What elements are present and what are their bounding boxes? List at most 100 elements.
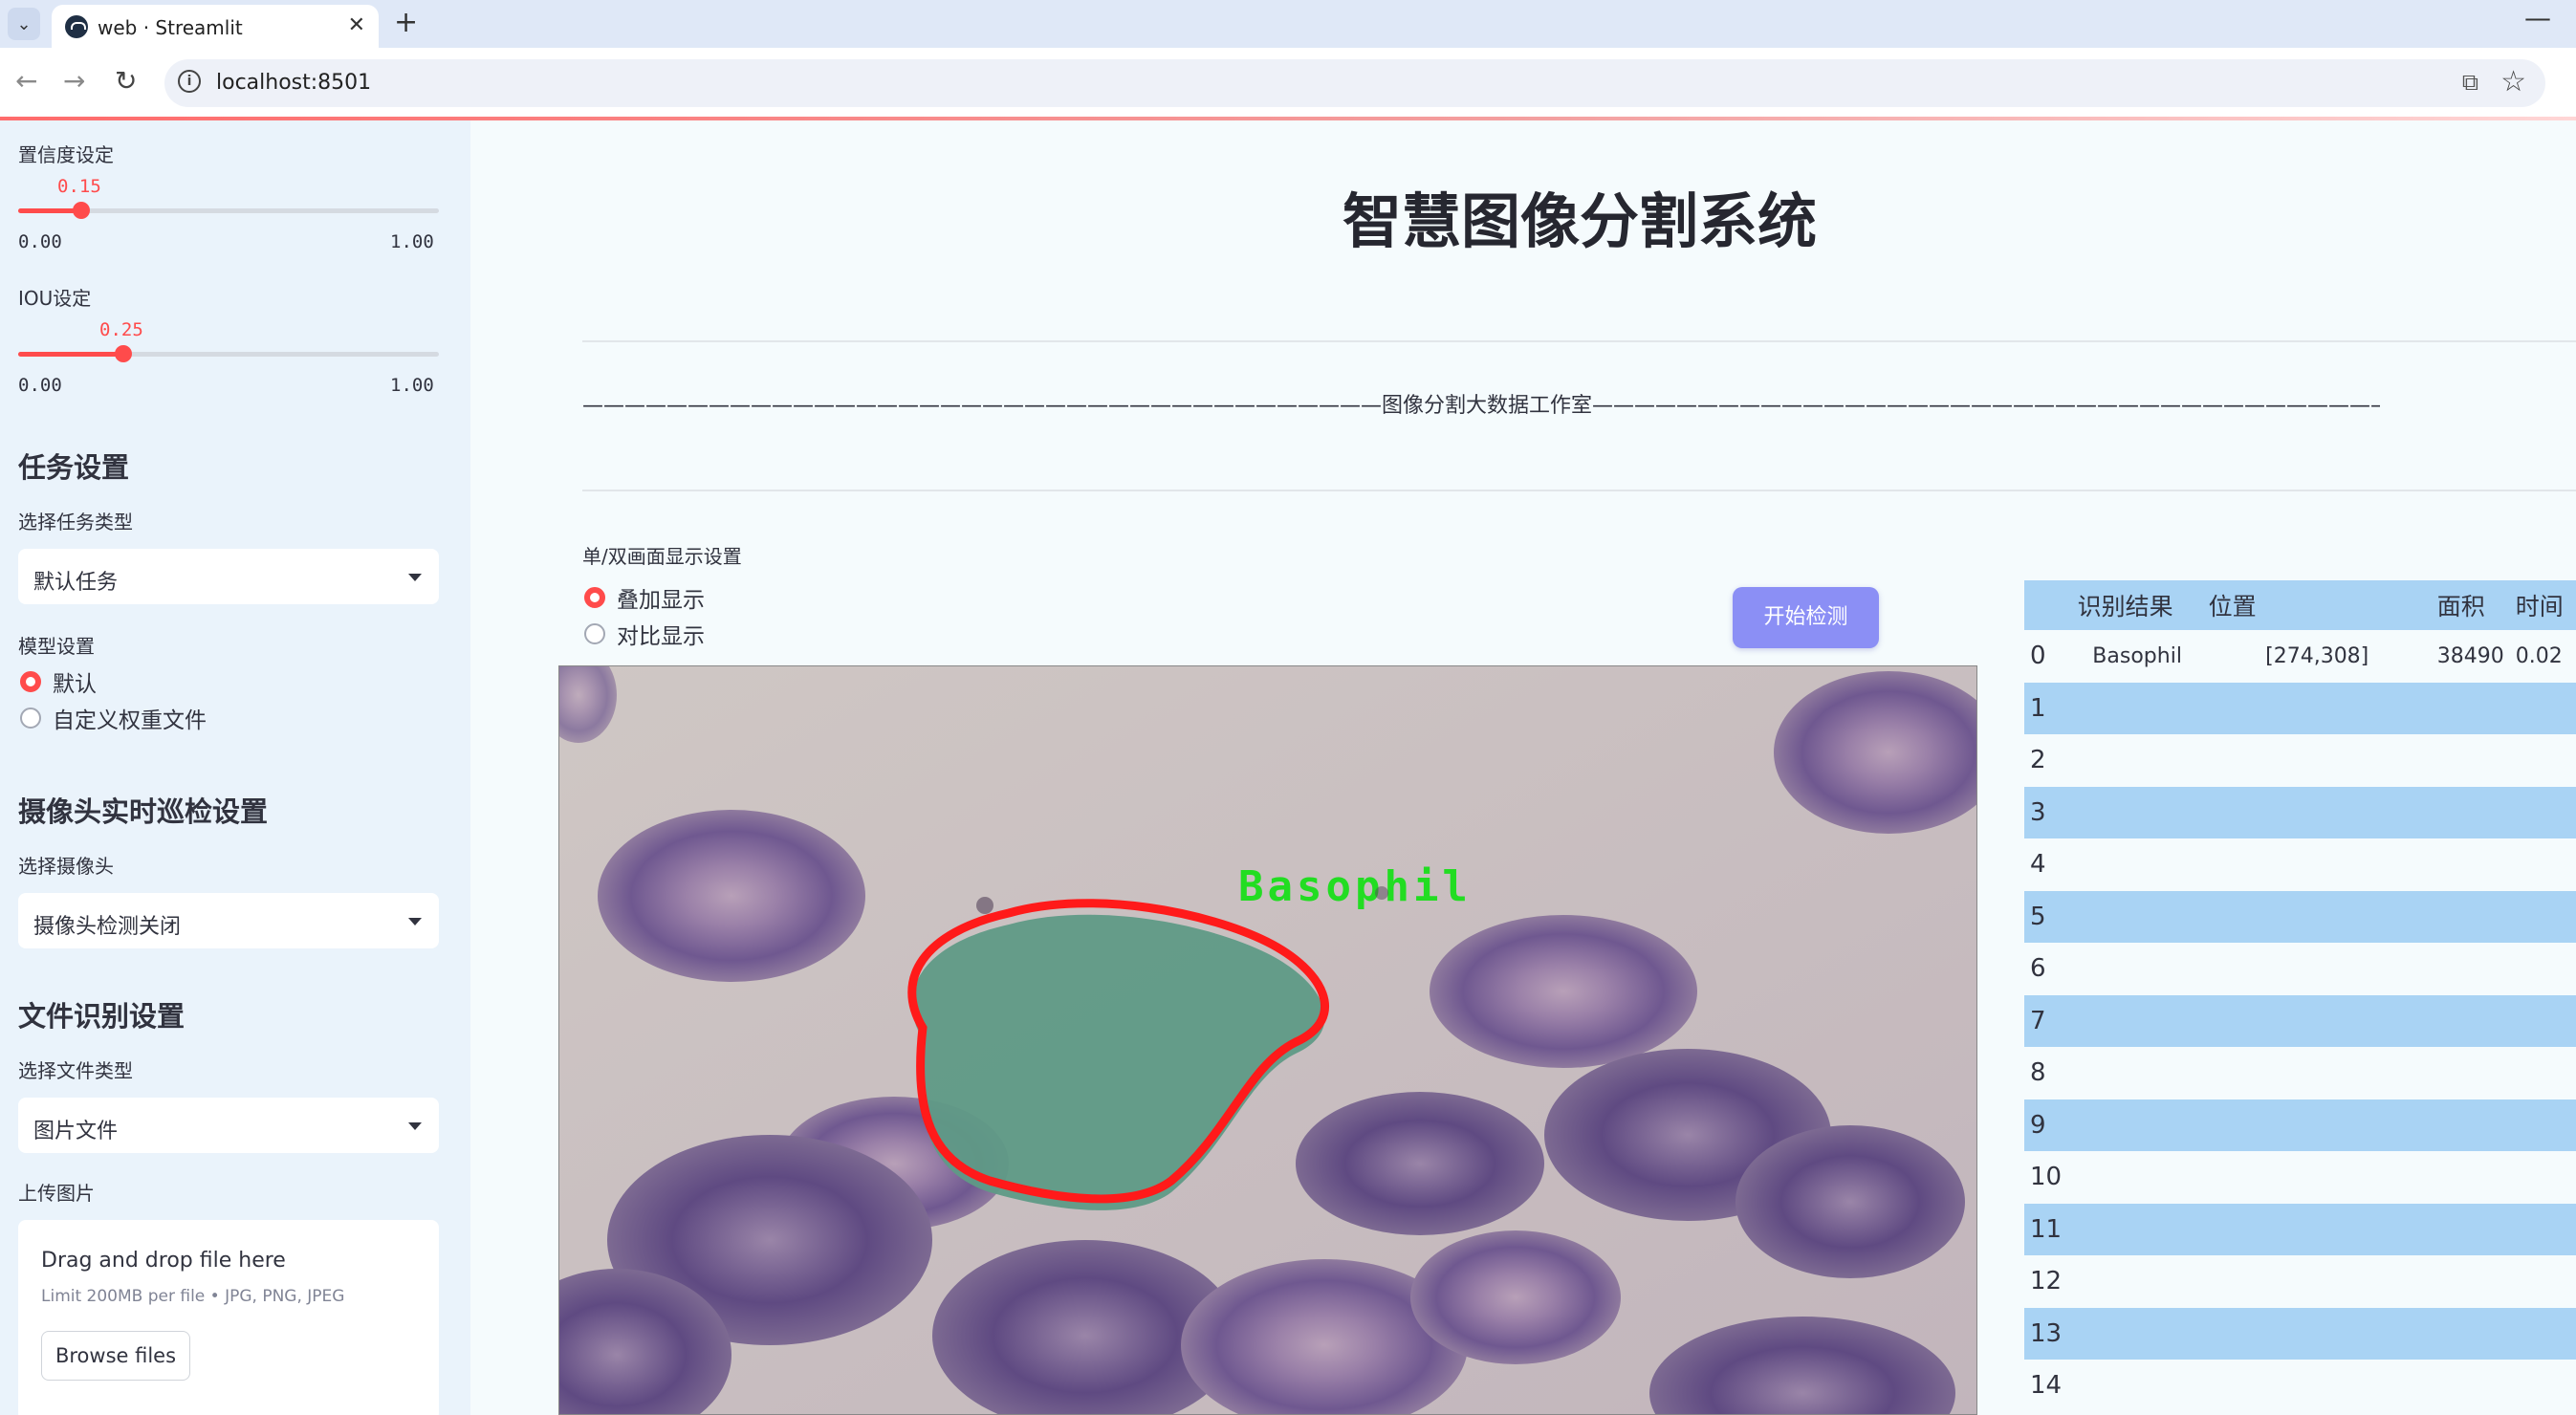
row-index: 11	[2024, 1203, 2072, 1255]
site-info-icon[interactable]: i	[178, 70, 201, 93]
table-cell	[2071, 1255, 2203, 1308]
tab-title: web · Streamlit	[98, 16, 243, 39]
radio-unchecked-icon[interactable]	[584, 623, 605, 644]
row-index: 3	[2024, 786, 2072, 838]
file-type-value: 图片文件	[33, 1120, 119, 1143]
page-title: 智慧图像分割系统	[1342, 186, 1817, 256]
table-cell	[2202, 994, 2432, 1047]
table-cell	[2202, 1307, 2432, 1360]
table-cell	[2202, 890, 2432, 943]
divider	[582, 490, 2576, 491]
display-option-label: 对比显示	[617, 624, 705, 649]
column-header-time[interactable]: 时间	[2509, 580, 2576, 630]
file-heading: 文件识别设置	[18, 1000, 186, 1033]
table-cell	[2431, 1255, 2510, 1308]
sidebar: 置信度设定 0.15 0.00 1.00 IOU设定 0.25 0.00 1.0…	[0, 120, 470, 1415]
display-option-label: 叠加显示	[617, 588, 705, 613]
row-index: 6	[2024, 943, 2072, 995]
display-mode-label: 单/双画面显示设置	[582, 545, 742, 568]
confidence-slider-thumb[interactable]	[73, 202, 90, 219]
table-cell	[2431, 890, 2510, 943]
table-cell	[2509, 943, 2576, 995]
confidence-slider[interactable]	[18, 202, 439, 219]
table-cell	[2071, 734, 2203, 787]
table-cell	[2431, 1047, 2510, 1099]
table-cell	[2509, 1099, 2576, 1151]
url-field[interactable]: i localhost:8501 ⧉ ☆	[164, 59, 2545, 107]
back-arrow-icon[interactable]: ←	[15, 65, 37, 97]
table-row: 1	[2024, 682, 2576, 734]
table-cell	[2202, 1099, 2432, 1151]
table-row: 14	[2024, 1360, 2576, 1412]
table-cell	[2202, 943, 2432, 995]
file-dropzone[interactable]: Drag and drop file here Limit 200MB per …	[18, 1220, 439, 1415]
segmentation-result-image: Basophil	[558, 665, 1977, 1415]
column-header-position[interactable]: 位置	[2202, 580, 2432, 630]
radio-unchecked-icon[interactable]	[20, 708, 41, 729]
task-type-value: 默认任务	[33, 571, 119, 595]
detection-label: Basophil	[1238, 862, 1472, 911]
table-cell	[2509, 1307, 2576, 1360]
start-detection-button[interactable]: 开始检测	[1733, 587, 1879, 648]
model-label: 模型设置	[18, 635, 95, 658]
table-cell	[2431, 1151, 2510, 1204]
table-cell	[2202, 1151, 2432, 1204]
column-header-area[interactable]: 面积	[2431, 580, 2510, 630]
table-cell	[2202, 734, 2432, 787]
upload-label: 上传图片	[18, 1182, 95, 1205]
table-row: 2	[2024, 734, 2576, 787]
table-cell	[2071, 682, 2203, 734]
translate-icon[interactable]: ⧉	[2462, 69, 2478, 96]
table-row: 13	[2024, 1307, 2576, 1360]
table-cell	[2431, 943, 2510, 995]
new-tab-icon[interactable]: +	[394, 6, 418, 39]
iou-slider-thumb[interactable]	[115, 345, 132, 362]
table-cell	[2202, 1255, 2432, 1308]
url-text[interactable]: localhost:8501	[216, 71, 371, 95]
blood-smear-image: Basophil	[559, 666, 1976, 1414]
tab-search-button[interactable]: ⌄	[8, 8, 40, 40]
camera-heading: 摄像头实时巡检设置	[18, 795, 269, 828]
dropzone-title: Drag and drop file here	[41, 1249, 286, 1273]
table-row: 3	[2024, 786, 2576, 838]
chevron-down-icon: ⌄	[16, 13, 32, 34]
browser-tab[interactable]: web · Streamlit ✕	[52, 5, 379, 48]
task-heading: 任务设置	[18, 451, 130, 484]
table-cell	[2071, 943, 2203, 995]
camera-select[interactable]: 摄像头检测关闭	[18, 893, 439, 948]
iou-slider[interactable]	[18, 345, 439, 362]
browse-files-button[interactable]: Browse files	[41, 1331, 190, 1381]
radio-checked-icon[interactable]	[20, 671, 41, 692]
task-type-select[interactable]: 默认任务	[18, 549, 439, 604]
caret-down-icon	[408, 1122, 422, 1130]
table-cell	[2071, 1307, 2203, 1360]
table-header-row: 识别结果 位置 面积 时间	[2024, 580, 2576, 630]
forward-arrow-icon[interactable]: →	[63, 65, 85, 97]
table-cell	[2509, 786, 2576, 838]
table-cell	[2071, 838, 2203, 891]
display-option-compare[interactable]: 对比显示	[584, 620, 705, 649]
radio-checked-icon[interactable]	[584, 587, 605, 608]
table-cell	[2431, 838, 2510, 891]
minimize-window-icon[interactable]: —	[2524, 2, 2551, 33]
model-option-custom[interactable]: 自定义权重文件	[20, 704, 207, 733]
table-cell	[2509, 1047, 2576, 1099]
table-row: 12	[2024, 1255, 2576, 1308]
camera-value: 摄像头检测关闭	[33, 915, 182, 939]
dropzone-limit: Limit 200MB per file • JPG, PNG, JPEG	[41, 1287, 345, 1306]
column-header-result[interactable]: 识别结果	[2071, 580, 2203, 630]
reload-icon[interactable]: ↻	[115, 65, 137, 97]
table-cell	[2509, 1255, 2576, 1308]
row-index: 12	[2024, 1255, 2072, 1308]
file-type-select[interactable]: 图片文件	[18, 1098, 439, 1153]
table-cell	[2431, 682, 2510, 734]
table-cell	[2071, 1099, 2203, 1151]
model-option-label: 默认	[53, 672, 97, 697]
model-option-default[interactable]: 默认	[20, 667, 97, 697]
table-cell	[2509, 1360, 2576, 1412]
display-option-overlay[interactable]: 叠加显示	[584, 583, 705, 613]
file-type-label: 选择文件类型	[18, 1059, 133, 1082]
table-cell	[2202, 1360, 2432, 1412]
close-icon[interactable]: ✕	[348, 13, 365, 37]
bookmark-star-icon[interactable]: ☆	[2500, 65, 2526, 98]
